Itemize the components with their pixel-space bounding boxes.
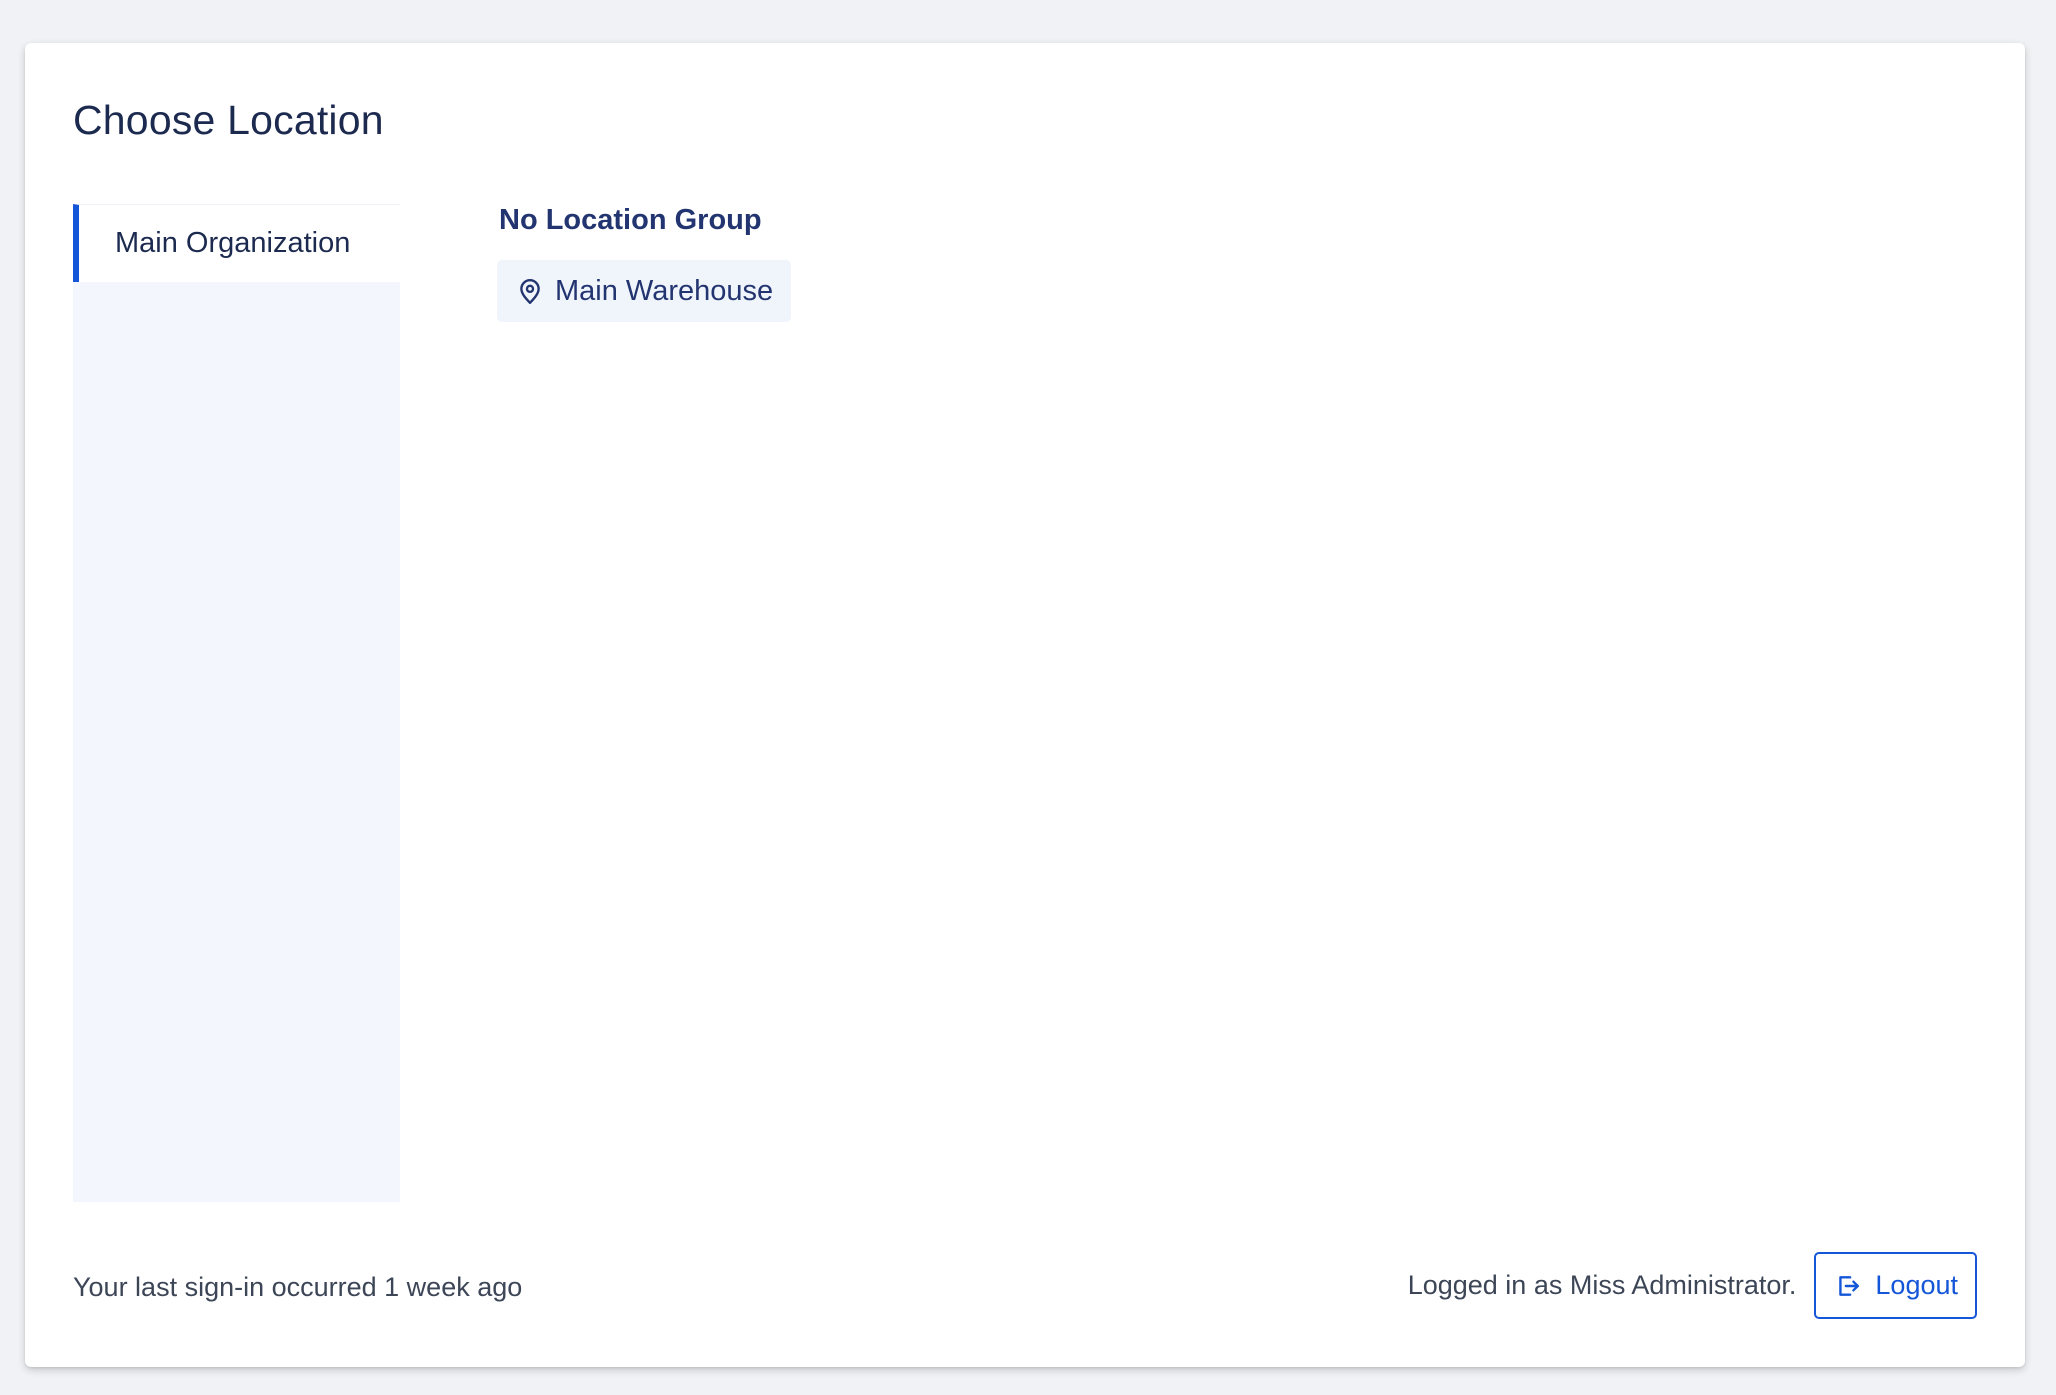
page-title: Choose Location (73, 97, 384, 143)
last-signin-text: Your last sign-in occurred 1 week ago (73, 1272, 523, 1302)
logout-icon (1835, 1273, 1861, 1299)
logged-in-text: Logged in as Miss Administrator. (1407, 1270, 1797, 1300)
location-label: Main Warehouse (555, 274, 774, 307)
location-group-panel: No Location Group Main Warehouse (497, 200, 792, 322)
location-group-title: No Location Group (499, 204, 762, 236)
session-info: Logged in as Miss Administrator. Logout (1408, 1252, 1977, 1319)
location-chooser-card: Choose Location Main Organization No Loc… (25, 43, 2025, 1367)
location-button-main-warehouse[interactable]: Main Warehouse (497, 260, 792, 322)
logout-button[interactable]: Logout (1814, 1252, 1977, 1319)
sidebar-item-label: Main Organization (115, 227, 351, 259)
logout-label: Logout (1875, 1270, 1958, 1300)
sidebar-item-main-organization[interactable]: Main Organization (73, 204, 400, 282)
map-pin-icon (517, 277, 543, 305)
organization-sidebar: Main Organization (73, 204, 400, 1202)
